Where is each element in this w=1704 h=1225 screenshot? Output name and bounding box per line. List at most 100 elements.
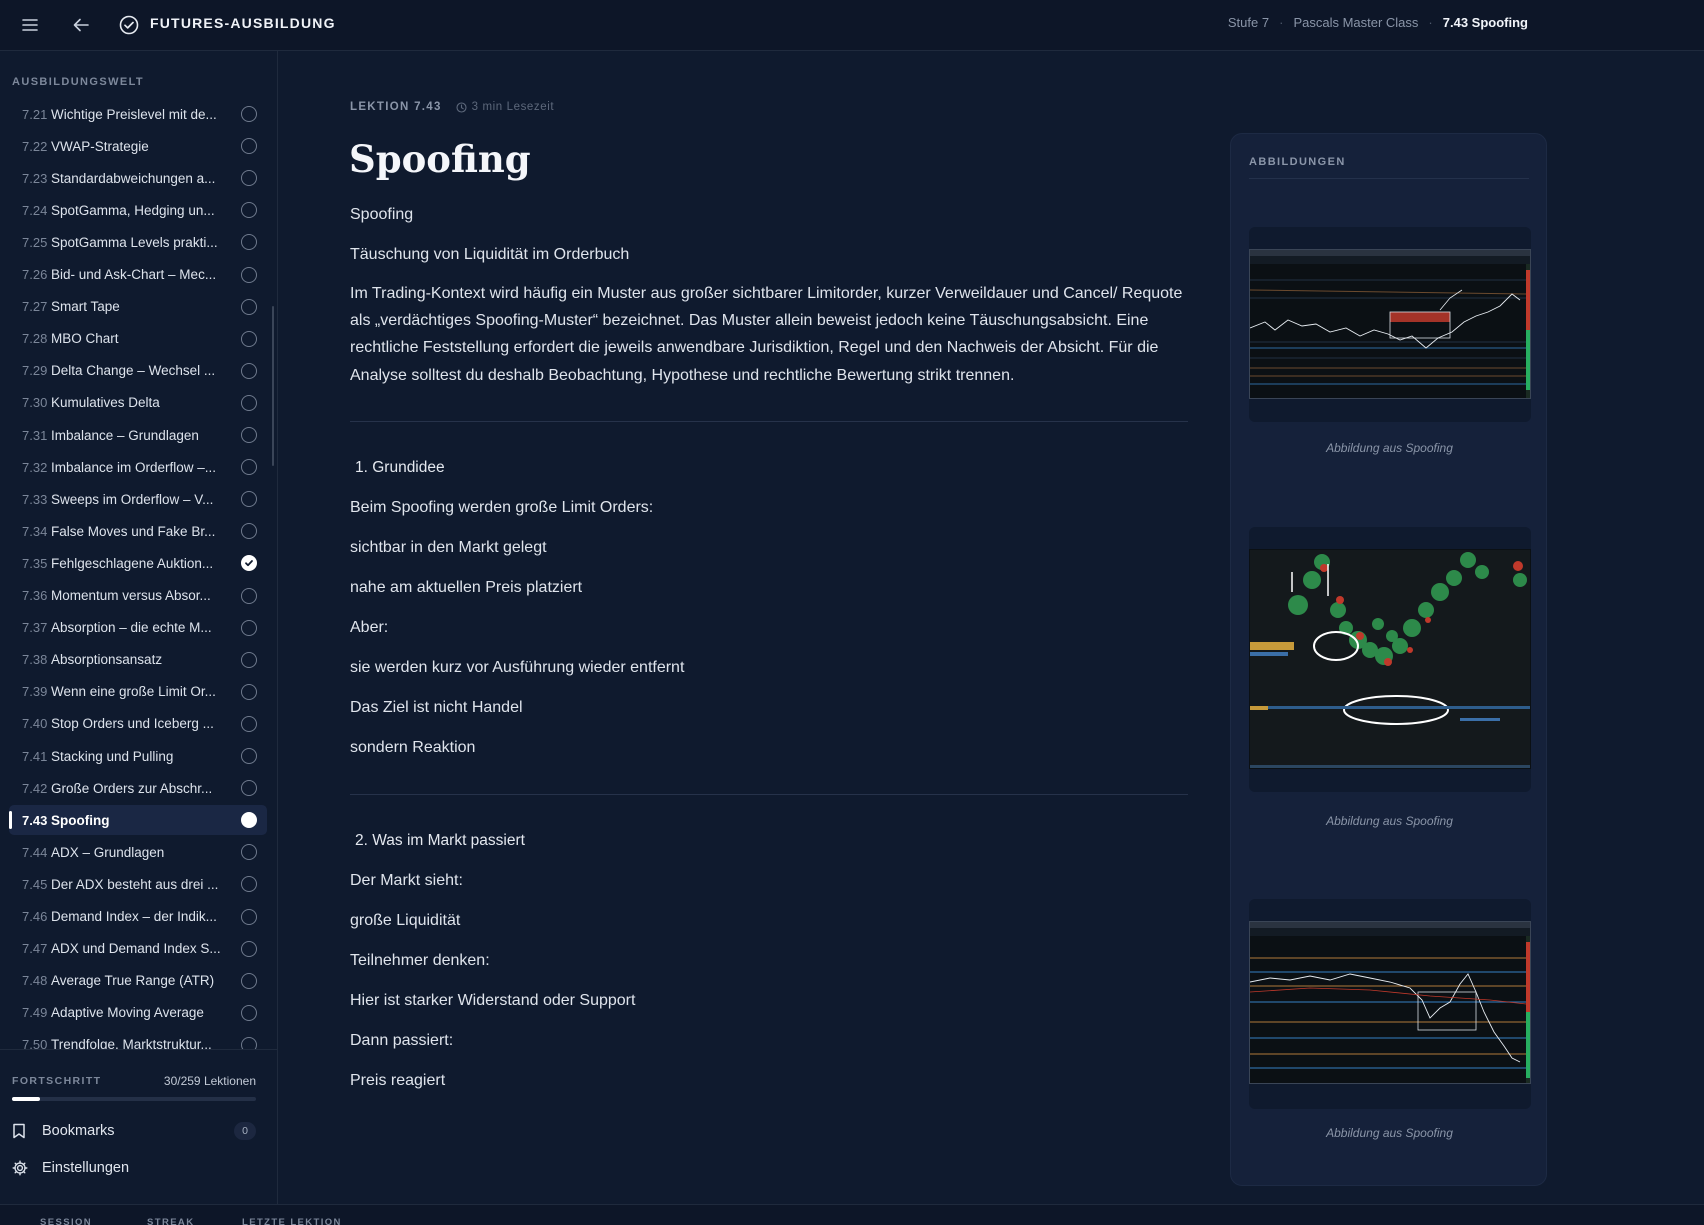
sidebar-lesson-item[interactable]: 7.30 Kumulatives Delta — [9, 388, 267, 418]
sidebar-scrollbar[interactable] — [272, 306, 274, 466]
sidebar-lesson-item[interactable]: 7.23 Standardabweichungen a... — [9, 163, 267, 193]
lesson-item-number: 7.43 — [22, 812, 48, 828]
sidebar-lesson-item[interactable]: 7.36 Momentum versus Absor... — [9, 581, 267, 611]
sidebar-lesson-item[interactable]: 7.28 MBO Chart — [9, 324, 267, 354]
paragraph: Preis reagiert — [350, 1071, 446, 1089]
sidebar-heading: AUSBILDUNGSWELT — [12, 76, 145, 88]
sidebar-lesson-item[interactable]: 7.24 SpotGamma, Hedging un... — [9, 195, 267, 225]
lesson-item-title: ADX und Demand Index S... — [51, 941, 221, 957]
figure-caption: Abbildung aus Spoofing — [1326, 1126, 1453, 1140]
status-circle-icon — [241, 780, 257, 797]
figure-card[interactable] — [1249, 527, 1531, 792]
sidebar-lesson-item[interactable]: 7.46 Demand Index – der Indik... — [9, 902, 267, 932]
lesson-item-number: 7.36 — [22, 588, 48, 603]
paragraph: Im Trading-Kontext wird häufig ein Muste… — [350, 285, 1183, 384]
lesson-item-number: 7.39 — [22, 684, 48, 700]
lesson-item-title: Adaptive Moving Average — [51, 1005, 204, 1021]
breadcrumb-course[interactable]: Pascals Master Class — [1293, 15, 1418, 30]
sidebar-lesson-item[interactable]: 7.25 SpotGamma Levels prakti... — [9, 227, 267, 257]
lesson-item-title: Der ADX besteht aus drei ... — [51, 876, 219, 892]
progress-section: FORTSCHRITT 30/259 Lektionen Bookmarks 0… — [0, 1049, 278, 1176]
paragraph: nahe am aktuellen Preis platziert — [350, 578, 583, 596]
sidebar-lesson-item[interactable]: 7.22 VWAP-Strategie — [9, 131, 267, 161]
lesson-list: 7.21 Wichtige Preislevel mit de... 7.22 VWA… — [0, 99, 278, 1049]
bookmarks-link[interactable]: Bookmarks 0 — [12, 1117, 256, 1145]
lesson-item-number: 7.26 — [22, 267, 48, 282]
lesson-item-title: Imbalance – Grundlagen — [51, 427, 199, 443]
sidebar-lesson-item[interactable]: 7.43 Spoofing — [9, 805, 267, 836]
paragraph: Hier ist starker Widerstand oder Support — [350, 991, 636, 1009]
menu-icon[interactable] — [17, 12, 43, 38]
lesson-item-number: 7.50 — [22, 1037, 48, 1049]
stat-streak-label: STREAK — [147, 1217, 195, 1225]
sidebar-lesson-item[interactable]: 7.39 Wenn eine große Limit Or... — [9, 677, 267, 707]
sidebar-lesson-item[interactable]: 7.50 Trendfolge, Marktstruktur... — [9, 1030, 267, 1049]
sidebar-lesson-item[interactable]: 7.44 ADX – Grundlagen — [9, 837, 267, 867]
sidebar-lesson-item[interactable]: 7.41 Stacking und Pulling — [9, 741, 267, 771]
lesson-item-number: 7.30 — [22, 395, 48, 411]
lesson-item-number: 7.47 — [22, 941, 48, 957]
lesson-item-title: Absorptionsansatz — [51, 652, 163, 668]
lesson-item-title: Sweeps im Orderflow – V... — [51, 491, 214, 507]
figure-card[interactable] — [1249, 227, 1531, 422]
figure-caption: Abbildung aus Spoofing — [1326, 441, 1453, 455]
breadcrumb: Stufe 7 · Pascals Master Class · 7.43 Sp… — [1227, 15, 1528, 30]
main-content: LEKTION 7.43 3 min Lesezeit Spoofing Spo… — [279, 51, 1704, 1204]
status-circle-icon — [241, 715, 257, 732]
sidebar-lesson-item[interactable]: 7.26 Bid- und Ask-Chart – Mec... — [9, 260, 267, 290]
lesson-title: Spoofing — [349, 137, 531, 181]
sidebar-lesson-item[interactable]: 7.35 Fehlgeschlagene Auktion... — [9, 548, 267, 578]
status-circle-icon — [241, 266, 257, 283]
sidebar-lesson-item[interactable]: 7.27 Smart Tape — [9, 292, 267, 322]
figure-image-chart-3[interactable] — [1249, 921, 1531, 1084]
lesson-item-title: Delta Change – Wechsel ... — [51, 363, 216, 379]
lesson-item-title: Trendfolge, Marktstruktur... — [51, 1037, 212, 1049]
figure-image-chart-1[interactable] — [1249, 249, 1531, 399]
sidebar-lesson-item[interactable]: 7.45 Der ADX besteht aus drei ... — [9, 869, 267, 899]
lesson-item-number: 7.48 — [22, 973, 48, 989]
breadcrumb-level[interactable]: Stufe 7 — [1228, 15, 1269, 30]
lesson-item-title: Average True Range (ATR) — [51, 973, 215, 989]
paragraph: sie werden kurz vor Ausführung wieder en… — [350, 658, 685, 676]
sidebar-lesson-item[interactable]: 7.49 Adaptive Moving Average — [9, 998, 267, 1028]
sidebar-lesson-item[interactable]: 7.33 Sweeps im Orderflow – V... — [9, 484, 267, 514]
paragraph: Aber: — [350, 618, 389, 636]
breadcrumb-current: 7.43 Spoofing — [1442, 15, 1528, 30]
top-bar: FUTURES-AUSBILDUNG Stufe 7 · Pascals Mas… — [0, 0, 1704, 51]
back-arrow-icon[interactable] — [68, 12, 94, 38]
sidebar-lesson-item[interactable]: 7.21 Wichtige Preislevel mit de... — [9, 99, 267, 129]
sidebar-lesson-item[interactable]: 7.34 False Moves und Fake Br... — [9, 516, 267, 546]
sidebar-lesson-item[interactable]: 7.37 Absorption – die echte M... — [9, 613, 267, 643]
sidebar-lesson-item[interactable]: 7.47 ADX und Demand Index S... — [9, 934, 267, 964]
status-circle-icon — [241, 394, 257, 411]
sidebar-lesson-item[interactable]: 7.29 Delta Change – Wechsel ... — [9, 356, 267, 386]
sidebar-lesson-item[interactable]: 7.38 Absorptionsansatz — [9, 645, 267, 675]
paragraph: Das Ziel ist nicht Handel — [350, 698, 523, 716]
lesson-item-title: Absorption – die echte M... — [51, 620, 212, 636]
lesson-item-title: Stop Orders und Iceberg ... — [51, 716, 214, 732]
divider — [350, 420, 1188, 422]
status-circle-icon — [241, 748, 257, 764]
lesson-number: LEKTION 7.43 — [350, 101, 442, 113]
figure-image-chart-2[interactable] — [1249, 549, 1531, 769]
status-circle-icon — [241, 972, 257, 989]
lesson-item-title: Kumulatives Delta — [51, 395, 160, 411]
progress-bar-fill — [12, 1097, 41, 1101]
settings-link[interactable]: Einstellungen — [12, 1154, 256, 1182]
figures-heading: ABBILDUNGEN — [1249, 156, 1529, 179]
sidebar-lesson-item[interactable]: 7.42 Große Orders zur Abschr... — [9, 773, 267, 803]
status-circle-icon — [241, 908, 257, 925]
sidebar-lesson-item[interactable]: 7.32 Imbalance im Orderflow –... — [9, 452, 267, 482]
figure-card[interactable] — [1249, 899, 1531, 1109]
sidebar-lesson-item[interactable]: 7.31 Imbalance – Grundlagen — [9, 420, 267, 450]
status-circle-icon — [241, 1036, 257, 1049]
sidebar-lesson-item[interactable]: 7.48 Average True Range (ATR) — [9, 966, 267, 996]
lesson-item-title: Wichtige Preislevel mit de... — [51, 106, 217, 122]
status-circle-icon — [241, 491, 257, 508]
lesson-item-number: 7.41 — [22, 748, 48, 764]
sidebar-lesson-item[interactable]: 7.40 Stop Orders und Iceberg ... — [9, 709, 267, 739]
paragraph: Dann passiert: — [350, 1031, 454, 1049]
lesson-item-title: MBO Chart — [51, 331, 119, 347]
status-circle-icon — [241, 298, 257, 315]
lesson-article: Spoofing Täuschung von Liquidität im Ord… — [350, 201, 1188, 1094]
